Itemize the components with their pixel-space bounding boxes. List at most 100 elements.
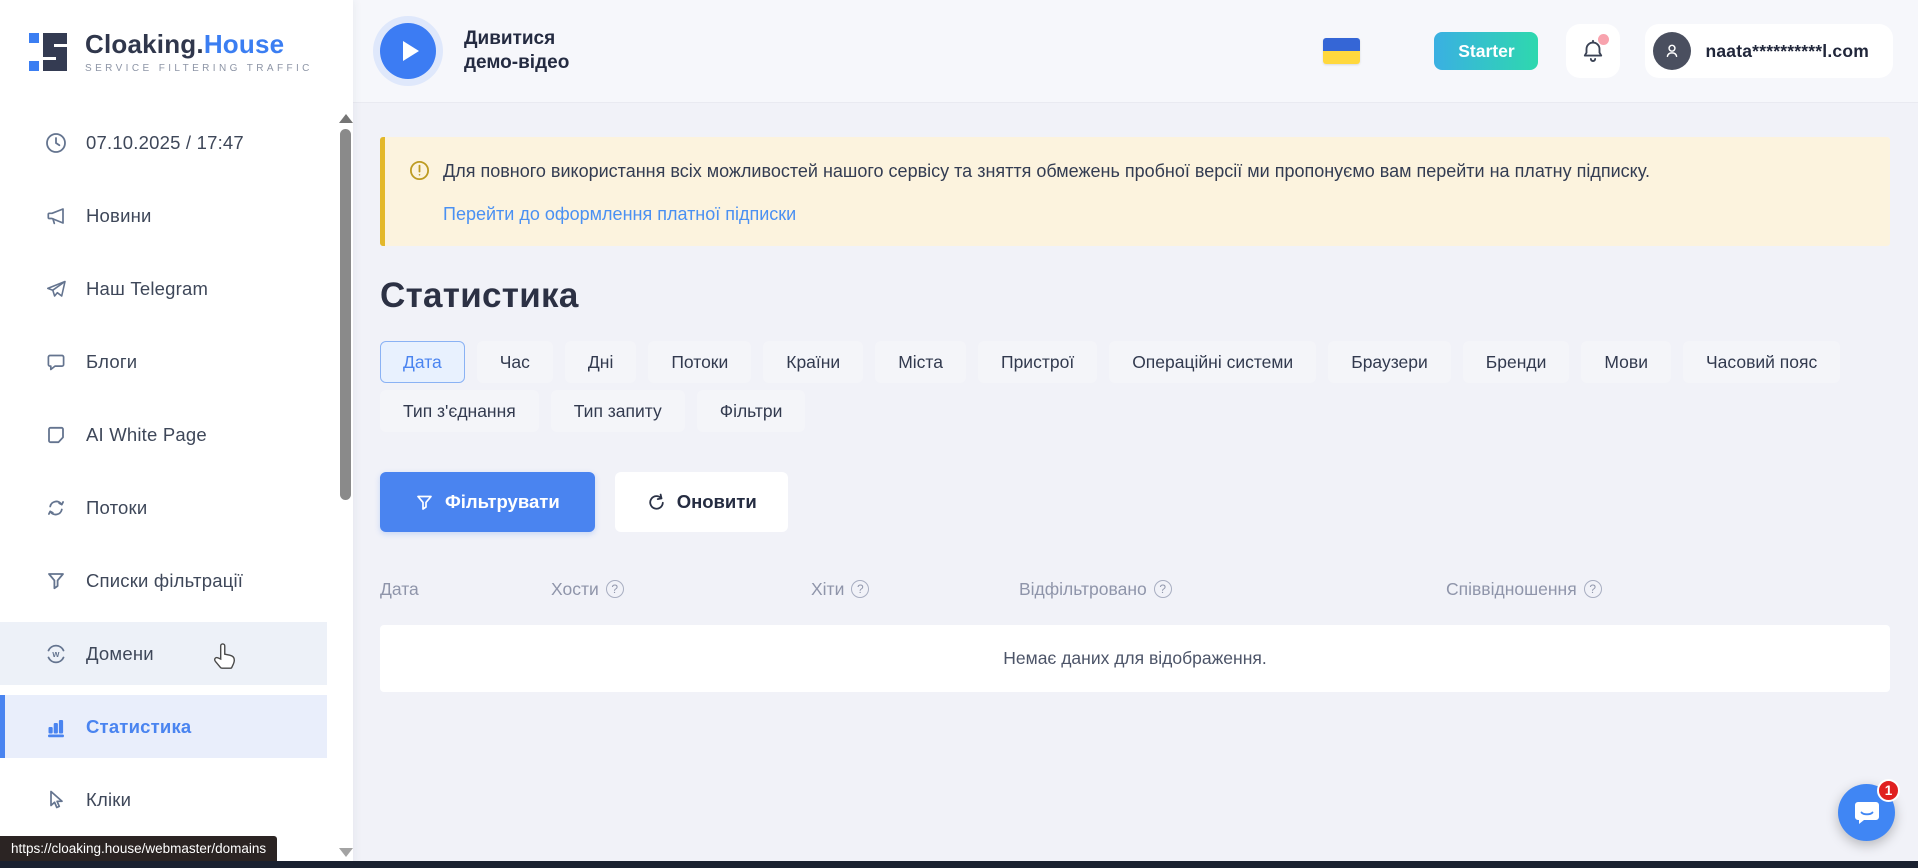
domain-icon: w	[44, 642, 67, 665]
play-icon	[403, 41, 419, 61]
filter-chip-time[interactable]: Час	[477, 341, 553, 383]
demo-video-block[interactable]: Дивитися демо-відео	[380, 23, 599, 79]
user-email: naata**********l.com	[1705, 41, 1869, 62]
megaphone-icon	[44, 204, 67, 227]
sidebar-item-label: AI White Page	[86, 424, 207, 446]
sidebar-item-label: Блоги	[86, 351, 137, 373]
chat-smile-icon	[1852, 799, 1882, 827]
user-account-button[interactable]: naata**********l.com	[1645, 24, 1893, 78]
app-root: Cloaking.House SERVICE FILTERING TRAFFIC…	[0, 0, 1918, 868]
help-icon[interactable]: ?	[606, 580, 624, 598]
help-icon[interactable]: ?	[1154, 580, 1172, 598]
sidebar-item-filter-lists[interactable]: Списки фільтрації	[0, 549, 327, 612]
sidebar-item-label: 07.10.2025 / 17:47	[86, 132, 244, 154]
refresh-icon	[646, 492, 666, 512]
filter-chip-cities[interactable]: Міста	[875, 341, 966, 383]
sidebar-item-label: Потоки	[86, 497, 147, 519]
filter-button[interactable]: Фільтрувати	[380, 472, 595, 532]
chat-bubble-icon	[44, 350, 67, 373]
sidebar-nav: 07.10.2025 / 17:47 Новини Наш Telegram Б…	[0, 103, 353, 831]
main-content: Для повного використання всіх можливосте…	[353, 104, 1918, 868]
column-header-hits: Хіти ?	[811, 579, 1019, 600]
scrollbar-down-icon[interactable]	[339, 848, 353, 857]
action-buttons: Фільтрувати Оновити	[380, 472, 1890, 532]
filter-chip-filters[interactable]: Фільтри	[697, 390, 806, 432]
sidebar-item-flows[interactable]: Потоки	[0, 476, 327, 539]
chat-unread-badge: 1	[1877, 779, 1900, 802]
sidebar-item-label: Статистика	[86, 716, 191, 738]
filter-chip-browsers[interactable]: Браузери	[1328, 341, 1451, 383]
sidebar-item-blogs[interactable]: Блоги	[0, 330, 327, 393]
empty-state-message: Немає даних для відображення.	[1003, 648, 1266, 669]
column-header-hosts: Хости ?	[551, 579, 811, 600]
column-header-ratio: Співвідношення ?	[1446, 579, 1890, 600]
filter-chip-date[interactable]: Дата	[380, 341, 465, 383]
svg-text:w: w	[51, 649, 60, 659]
filter-chip-days[interactable]: Дні	[565, 341, 636, 383]
chat-widget-button[interactable]: 1	[1838, 784, 1895, 841]
empty-state-card: Немає даних для відображення.	[380, 625, 1890, 692]
filter-chip-brands[interactable]: Бренди	[1463, 341, 1570, 383]
filter-chip-os[interactable]: Операційні системи	[1109, 341, 1316, 383]
sidebar-item-news[interactable]: Новини	[0, 184, 327, 247]
sidebar-item-label: Домени	[86, 643, 154, 665]
bottom-window-edge	[0, 861, 1918, 868]
plan-starter-button[interactable]: Starter	[1434, 32, 1538, 70]
play-button[interactable]	[380, 23, 436, 79]
topbar: Дивитися демо-відео Starter n	[353, 0, 1918, 103]
page-title: Статистика	[380, 276, 1890, 316]
notifications-button[interactable]	[1566, 24, 1620, 78]
mouse-hand-cursor-icon	[210, 642, 238, 675]
upgrade-subscription-link[interactable]: Перейти до оформлення платної підписки	[443, 204, 796, 225]
brand-tagline: SERVICE FILTERING TRAFFIC	[85, 63, 313, 74]
brand-logo-icon	[26, 30, 72, 74]
filter-chip-group: Дата Час Дні Потоки Країни Міста Пристро…	[380, 341, 1890, 432]
scrollbar-thumb[interactable]	[340, 129, 351, 500]
sidebar-item-statistics[interactable]: Статистика	[0, 695, 327, 758]
brand-logo[interactable]: Cloaking.House SERVICE FILTERING TRAFFIC	[0, 0, 353, 103]
cursor-icon	[44, 788, 67, 811]
sidebar: Cloaking.House SERVICE FILTERING TRAFFIC…	[0, 0, 353, 868]
scrollbar-up-icon[interactable]	[339, 114, 353, 123]
person-icon	[1661, 40, 1683, 62]
funnel-icon	[44, 569, 67, 592]
column-header-date: Дата	[380, 579, 551, 600]
filter-chip-timezone[interactable]: Часовий пояс	[1683, 341, 1840, 383]
refresh-button[interactable]: Оновити	[615, 472, 788, 532]
sidebar-item-ai-white-page[interactable]: AI White Page	[0, 403, 327, 466]
filter-chip-request-type[interactable]: Тип запиту	[551, 390, 685, 432]
trial-warning-banner: Для повного використання всіх можливосте…	[380, 137, 1890, 246]
filter-chip-languages[interactable]: Мови	[1581, 341, 1671, 383]
topbar-right-cluster: Starter naata**********l.com	[1323, 24, 1893, 78]
flows-icon	[44, 496, 67, 519]
filter-chip-countries[interactable]: Країни	[763, 341, 863, 383]
column-header-filtered: Відфільтровано ?	[1019, 579, 1446, 600]
avatar	[1653, 32, 1691, 70]
warning-icon	[409, 160, 430, 186]
filter-chip-connection-type[interactable]: Тип з'єднання	[380, 390, 539, 432]
sidebar-item-label: Кліки	[86, 789, 131, 811]
sidebar-item-datetime: 07.10.2025 / 17:47	[0, 111, 327, 174]
filter-chip-flows[interactable]: Потоки	[648, 341, 751, 383]
language-flag-ukraine[interactable]	[1323, 38, 1360, 64]
clock-icon	[44, 131, 67, 154]
help-icon[interactable]: ?	[1584, 580, 1602, 598]
sidebar-item-domains[interactable]: w Домени	[0, 622, 327, 685]
notification-dot	[1598, 34, 1609, 45]
telegram-icon	[44, 277, 67, 300]
help-icon[interactable]: ?	[851, 580, 869, 598]
sidebar-item-label: Списки фільтрації	[86, 570, 243, 592]
sidebar-item-label: Наш Telegram	[86, 278, 208, 300]
page-icon	[44, 423, 67, 446]
sidebar-item-label: Новини	[86, 205, 152, 227]
sidebar-item-clicks[interactable]: Кліки	[0, 768, 327, 831]
filter-funnel-icon	[415, 493, 434, 512]
banner-text: Для повного використання всіх можливосте…	[443, 159, 1650, 183]
brand-name: Cloaking.House	[85, 29, 313, 60]
sidebar-item-telegram[interactable]: Наш Telegram	[0, 257, 327, 320]
stats-table-header: Дата Хости ? Хіти ? Відфільтровано ? Спі…	[380, 566, 1890, 612]
demo-video-label[interactable]: Дивитися демо-відео	[464, 27, 599, 75]
bar-chart-icon	[44, 715, 67, 738]
filter-chip-devices[interactable]: Пристрої	[978, 341, 1097, 383]
browser-status-url: https://cloaking.house/webmaster/domains	[0, 836, 277, 861]
